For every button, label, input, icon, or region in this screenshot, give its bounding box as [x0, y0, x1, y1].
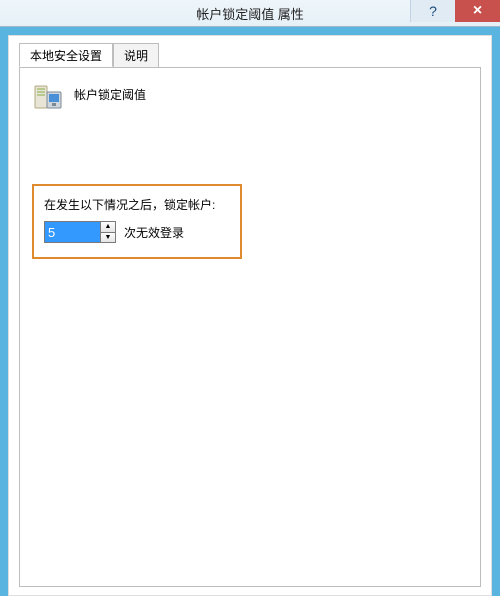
threshold-input[interactable]	[44, 221, 100, 243]
threshold-spinner: ▲ ▼	[44, 221, 116, 243]
tab-explain[interactable]: 说明	[113, 43, 159, 67]
spin-buttons: ▲ ▼	[100, 221, 116, 243]
tab-strip: 本地安全设置 说明	[19, 43, 481, 67]
properties-window: 帐户锁定阈值 属性 ? × 本地安全设置 说明	[0, 0, 500, 596]
threshold-suffix: 次无效登录	[124, 224, 184, 241]
spin-down-button[interactable]: ▼	[100, 233, 116, 244]
policy-heading-row: 帐户锁定阈值	[32, 82, 468, 114]
titlebar: 帐户锁定阈值 属性 ? ×	[0, 0, 500, 27]
client-area: 本地安全设置 说明 帐户锁定阈值	[8, 35, 492, 596]
help-button[interactable]: ?	[410, 0, 455, 22]
highlight-box: 在发生以下情况之后，锁定帐户: ▲ ▼ 次无效登录	[32, 184, 242, 259]
tab-local-security[interactable]: 本地安全设置	[19, 43, 113, 67]
policy-heading: 帐户锁定阈值	[74, 82, 146, 103]
window-controls: ? ×	[410, 0, 500, 26]
tab-page-local: 帐户锁定阈值 在发生以下情况之后，锁定帐户: ▲ ▼ 次无效登录	[19, 67, 481, 587]
close-button[interactable]: ×	[455, 0, 500, 22]
policy-icon	[32, 82, 64, 114]
lockout-prompt: 在发生以下情况之后，锁定帐户:	[44, 196, 230, 213]
spin-up-button[interactable]: ▲	[100, 221, 116, 233]
threshold-row: ▲ ▼ 次无效登录	[44, 221, 230, 243]
